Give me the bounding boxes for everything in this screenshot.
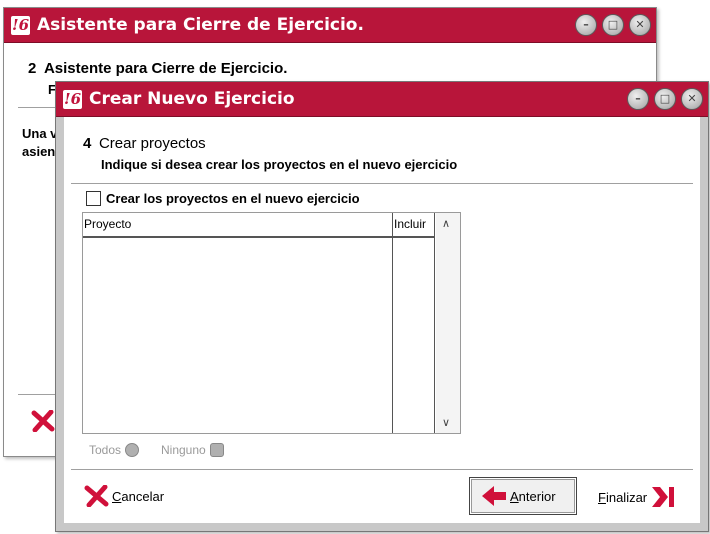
dialog-footer-separator (71, 469, 693, 470)
cancel-button[interactable]: Cancelar (84, 485, 164, 507)
background-body-line2: asien (22, 144, 56, 159)
cancel-button-label: Cancelar (112, 488, 165, 504)
dialog-step-number: 4 (83, 135, 92, 152)
background-step-header: 2 Asistente para Cierre de Ejercicio. (28, 60, 287, 77)
crear-proyectos-checkbox-label: Crear los proyectos en el nuevo ejercici… (106, 191, 360, 206)
table-header: Proyecto Incluir (83, 213, 434, 433)
dialog-left-frame (56, 117, 64, 531)
crear-proyectos-checkbox-row[interactable]: Crear los proyectos en el nuevo ejercici… (86, 191, 360, 206)
maximize-icon[interactable]: □ (654, 88, 676, 110)
dialog-subtitle: Indique si desea crear los proyectos en … (101, 157, 458, 172)
column-header-incluir[interactable]: Incluir (394, 217, 426, 231)
dialog-right-frame (700, 117, 708, 531)
column-header-proyecto[interactable]: Proyecto (84, 217, 131, 231)
select-all-label: Todos (89, 443, 122, 457)
proyectos-table[interactable]: Proyecto Incluir ∧ ∨ (82, 212, 461, 434)
background-body-line1: Una v (22, 126, 58, 141)
select-none-label: Ninguno (161, 443, 206, 457)
dialog-step-header: 4 Crear proyectos (83, 135, 206, 152)
dialog-bottom-frame (56, 523, 708, 531)
select-none-icon (209, 443, 224, 457)
background-step-number: 2 (28, 60, 37, 77)
crear-nuevo-ejercicio-dialog: !6 Crear Nuevo Ejercicio – □ ✕ 4 Crear p… (55, 81, 709, 532)
crear-proyectos-checkbox[interactable] (86, 191, 101, 206)
dialog-step-title: Crear proyectos (98, 135, 206, 152)
scroll-down-icon[interactable]: ∨ (442, 416, 450, 429)
arrow-left-icon (482, 486, 506, 506)
background-titlebar: !6 Asistente para Cierre de Ejercicio. –… (4, 8, 656, 43)
finish-button-label: Finalizar (598, 489, 648, 505)
back-button[interactable]: Anterior (469, 477, 577, 515)
background-step-title: Asistente para Cierre de Ejercicio. (43, 60, 288, 77)
finish-button[interactable]: Finalizar (598, 485, 676, 509)
close-icon[interactable]: ✕ (681, 88, 703, 110)
dialog-header-separator (71, 183, 693, 184)
minimize-icon[interactable]: – (575, 14, 597, 36)
table-right-border (434, 213, 435, 433)
minimize-icon[interactable]: – (627, 88, 649, 110)
background-cancel-icon[interactable] (31, 410, 55, 432)
close-icon[interactable]: ✕ (629, 14, 651, 36)
app-logo-icon: !6 (63, 89, 82, 109)
back-button-label: Anterior (510, 488, 556, 504)
scroll-up-icon[interactable]: ∧ (442, 217, 450, 230)
maximize-icon[interactable]: □ (602, 14, 624, 36)
finish-arrow-icon (652, 487, 675, 507)
cancel-x-icon (84, 485, 109, 507)
select-all-icon (125, 443, 140, 457)
dialog-titlebar: !6 Crear Nuevo Ejercicio – □ ✕ (56, 82, 708, 117)
dialog-title: Crear Nuevo Ejercicio (89, 89, 295, 109)
select-all-button[interactable]: Todos (89, 443, 140, 457)
select-none-button[interactable]: Ninguno (161, 443, 224, 457)
background-window-title: Asistente para Cierre de Ejercicio. (37, 15, 364, 35)
app-logo-icon: !6 (11, 15, 30, 35)
column-divider (392, 213, 393, 433)
vertical-scrollbar[interactable]: ∧ ∨ (436, 213, 460, 433)
